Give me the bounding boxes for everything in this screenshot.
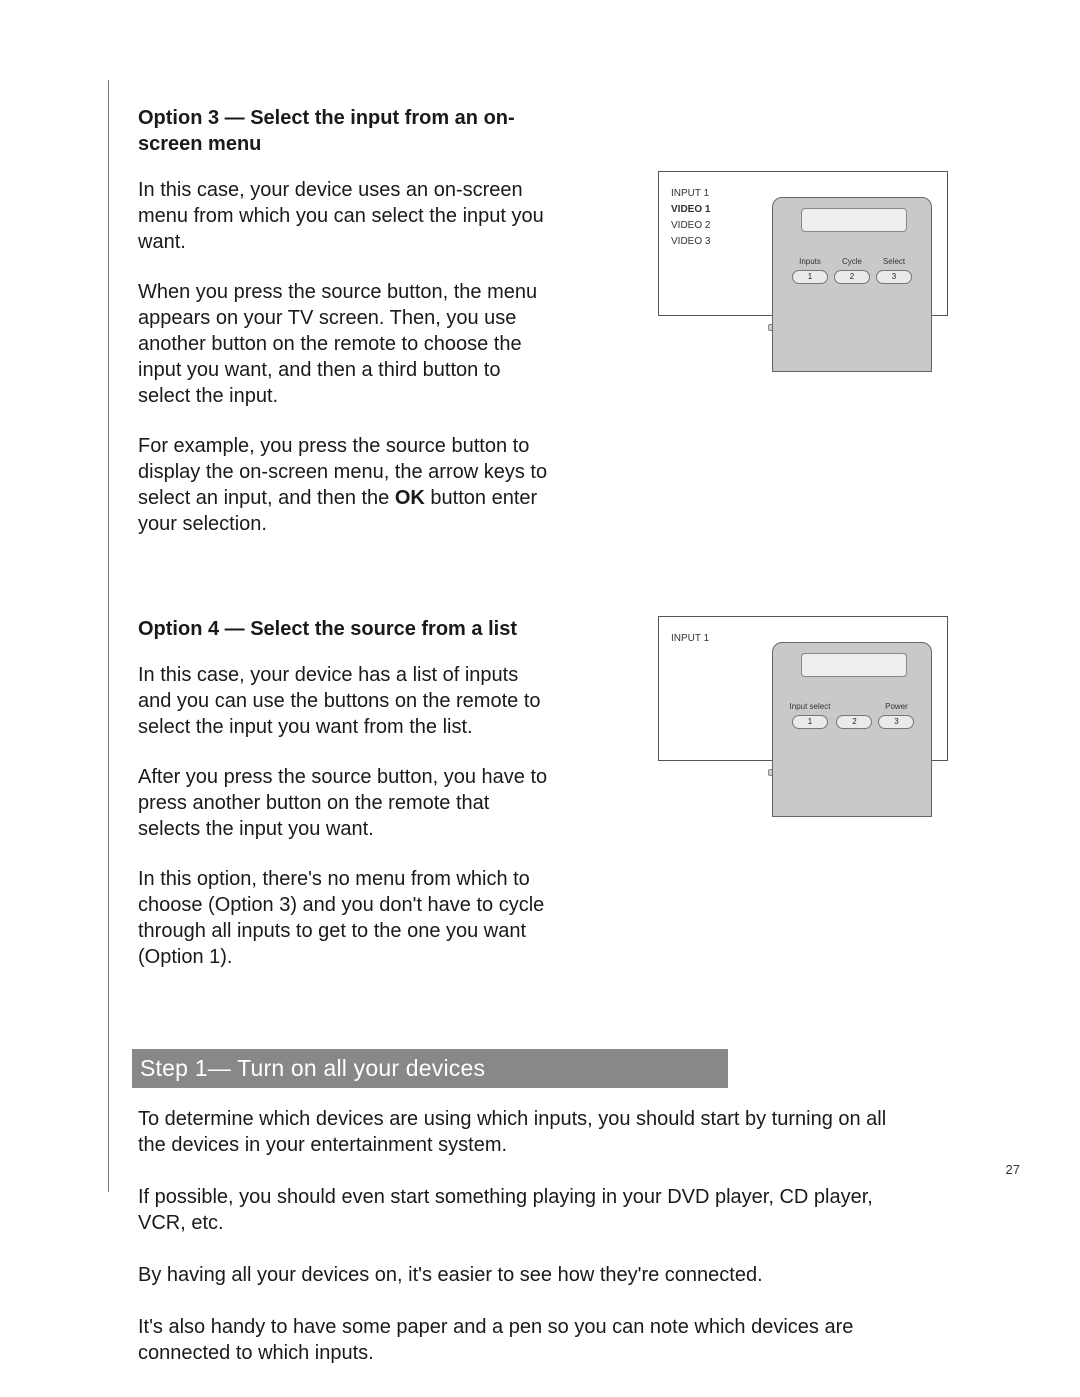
option4-para2: After you press the source button, you h…: [138, 764, 553, 842]
option3-section: Option 3 — Select the input from an on-s…: [138, 105, 948, 561]
remote-label: Cycle: [842, 258, 862, 267]
remote-button: 1: [792, 715, 828, 729]
figure-option3: INPUT 1 VIDEO 1 VIDEO 2 VIDEO 3 Inputs 1: [658, 171, 948, 371]
osd-item: INPUT 1: [671, 186, 710, 202]
osd-item: INPUT 1: [671, 631, 709, 647]
remote-col: Select 3: [876, 258, 912, 284]
remote-display: [801, 653, 907, 677]
document-page: Option 3 — Select the input from an on-s…: [0, 0, 1080, 1397]
remote-button-row: Input select 1 2 Power 3: [773, 703, 931, 729]
remote-col: Power 3: [878, 703, 914, 729]
option4-para1: In this case, your device has a list of …: [138, 662, 553, 740]
figure-option4: INPUT 1 Input select 1 2: [658, 616, 948, 816]
option4-text-column: Option 4 — Select the source from a list…: [138, 616, 553, 994]
step1-para3: By having all your devices on, it's easi…: [138, 1262, 898, 1288]
step1-para2: If possible, you should even start somet…: [138, 1184, 898, 1236]
osd-item: VIDEO 2: [671, 218, 710, 234]
option4-section: Option 4 — Select the source from a list…: [138, 616, 948, 994]
option3-para3: For example, you press the source button…: [138, 433, 553, 537]
remote-button: 2: [836, 715, 872, 729]
remote-body: Input select 1 2 Power 3: [772, 642, 932, 817]
remote-label: Inputs: [799, 258, 821, 267]
remote-display: [801, 208, 907, 232]
option3-text-column: Option 3 — Select the input from an on-s…: [138, 105, 553, 561]
osd-item: VIDEO 3: [671, 234, 710, 250]
remote-button: 3: [878, 715, 914, 729]
left-margin-rule: [108, 80, 109, 1192]
page-content: Option 3 — Select the input from an on-s…: [138, 105, 948, 1392]
osd-menu: INPUT 1 VIDEO 1 VIDEO 2 VIDEO 3: [671, 186, 710, 250]
remote-label: Select: [883, 258, 905, 267]
remote-button: 1: [792, 270, 828, 284]
remote-button-row: Inputs 1 Cycle 2 Select 3: [773, 258, 931, 284]
step1-title-bar: Step 1— Turn on all your devices: [132, 1049, 728, 1088]
osd-item-selected: VIDEO 1: [671, 202, 710, 218]
page-number: 27: [1006, 1162, 1020, 1177]
option3-heading: Option 3 — Select the input from an on-s…: [138, 105, 553, 157]
remote-col: Input select 1: [790, 703, 831, 729]
remote-label: Power: [885, 703, 908, 712]
step1-para1: To determine which devices are using whi…: [138, 1106, 898, 1158]
remote-col: 2: [836, 703, 872, 729]
option3-para1: In this case, your device uses an on-scr…: [138, 177, 553, 255]
remote-col: Cycle 2: [834, 258, 870, 284]
remote-label: Input select: [790, 703, 831, 712]
remote-button: 3: [876, 270, 912, 284]
osd-menu: INPUT 1: [671, 631, 709, 647]
option4-para3: In this option, there's no menu from whi…: [138, 866, 553, 970]
option3-para3-bold: OK: [395, 487, 425, 509]
remote-button: 2: [834, 270, 870, 284]
remote-col: Inputs 1: [792, 258, 828, 284]
option3-para2: When you press the source button, the me…: [138, 279, 553, 409]
remote-body: Inputs 1 Cycle 2 Select 3: [772, 197, 932, 372]
step1-para4: It's also handy to have some paper and a…: [138, 1314, 898, 1366]
option4-heading: Option 4 — Select the source from a list: [138, 616, 553, 642]
